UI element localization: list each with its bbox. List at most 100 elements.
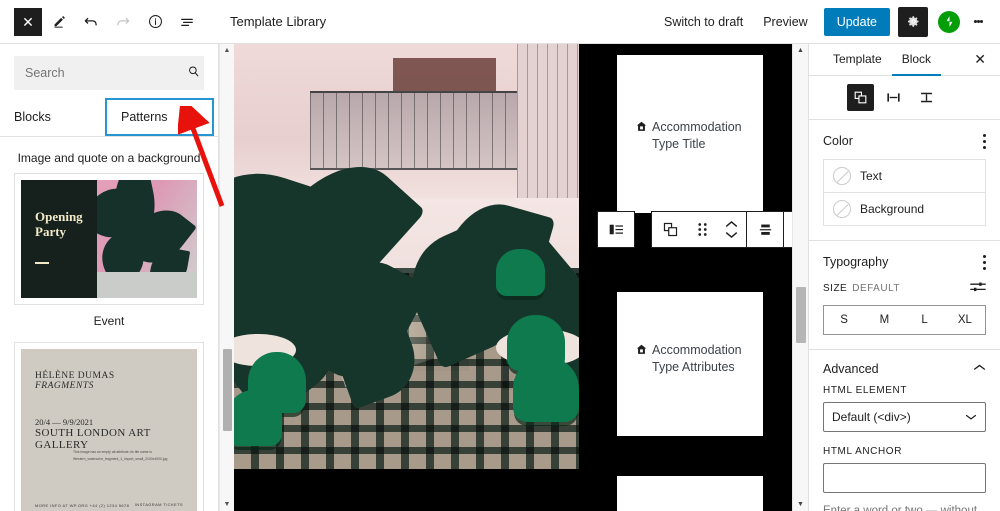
redo-icon[interactable] bbox=[108, 7, 138, 37]
row-block-icon[interactable] bbox=[880, 84, 907, 111]
pattern-dates: 20/4 — 9/9/2021 bbox=[35, 417, 94, 427]
pattern-footer-right: INSTAGRAM TICKETS bbox=[134, 501, 183, 507]
pattern-event-title-line1: Opening bbox=[35, 209, 83, 224]
move-up-down-icon[interactable] bbox=[716, 212, 746, 247]
page-title: Template Library bbox=[230, 14, 327, 29]
sliders-icon[interactable] bbox=[970, 280, 986, 297]
block-label-title: Accommodation Type Title bbox=[635, 119, 763, 153]
pattern-event-rule bbox=[35, 252, 97, 267]
pattern-card-announcement[interactable]: HÉLÈNE DUMAS FRAGMENTS 20/4 — 9/9/2021 S… bbox=[14, 342, 204, 511]
switch-to-draft-button[interactable]: Switch to draft bbox=[654, 9, 753, 35]
pencil-icon[interactable] bbox=[44, 7, 74, 37]
close-icon[interactable]: ✕ bbox=[962, 51, 998, 68]
search-container bbox=[0, 44, 218, 98]
canvas-scrollbar[interactable]: ▲ ▼ bbox=[792, 44, 808, 511]
jetpack-icon[interactable] bbox=[938, 10, 960, 33]
anchor-help-text: Enter a word or two — without spaces — t… bbox=[823, 505, 978, 511]
settings-sidebar: Template Block ✕ Color Text Background T… bbox=[808, 44, 1000, 511]
block-toolbar[interactable] bbox=[597, 211, 635, 248]
block-variation-buttons bbox=[809, 76, 1000, 120]
scroll-down-arrow[interactable]: ▼ bbox=[224, 501, 231, 508]
pattern-preview-event: Opening Party bbox=[21, 180, 197, 298]
home-icon bbox=[635, 120, 648, 138]
align-icon[interactable] bbox=[747, 212, 783, 247]
advanced-panel-header[interactable]: Advanced bbox=[823, 362, 986, 376]
font-size-row: SIZE DEFAULT bbox=[823, 280, 986, 297]
toolbar-left-group: ✕ Template Library bbox=[0, 7, 326, 37]
red-arrow-annotation bbox=[178, 106, 225, 207]
tab-blocks[interactable]: Blocks bbox=[0, 98, 105, 136]
toolbar-right-group: Switch to draft Preview Update bbox=[654, 6, 992, 37]
pattern-body-text: This image has an empty alt attribute; i… bbox=[73, 450, 168, 462]
font-size-label: SIZE DEFAULT bbox=[823, 283, 901, 294]
editor-canvas[interactable]: Accommodation Type Title Accommodation T… bbox=[234, 44, 808, 511]
chevron-down-icon bbox=[965, 410, 977, 424]
pattern-card-event[interactable]: Opening Party bbox=[14, 173, 204, 305]
color-swatch-none-icon bbox=[833, 200, 851, 218]
color-panel: Color Text Background bbox=[809, 120, 1000, 241]
html-anchor-label: HTML ANCHOR bbox=[823, 446, 903, 457]
tab-block[interactable]: Block bbox=[891, 44, 942, 76]
home-icon bbox=[635, 343, 648, 361]
search-field[interactable] bbox=[25, 66, 186, 80]
scroll-down-arrow[interactable]: ▼ bbox=[797, 501, 804, 508]
advanced-panel: Advanced HTML ELEMENT Default (<div>) HT… bbox=[809, 350, 1000, 511]
info-icon[interactable] bbox=[140, 7, 170, 37]
search-input[interactable] bbox=[14, 56, 204, 90]
gear-icon[interactable] bbox=[898, 6, 928, 37]
transform-icon[interactable] bbox=[652, 212, 688, 247]
block-accommodation-type[interactable]: Accommodation Type bbox=[617, 476, 763, 511]
more-options-icon[interactable] bbox=[983, 132, 986, 150]
drag-handle-icon[interactable] bbox=[688, 212, 716, 247]
font-size-xl[interactable]: XL bbox=[945, 306, 985, 334]
chevron-up-icon[interactable] bbox=[973, 363, 986, 375]
block-toolbar-main[interactable] bbox=[651, 211, 808, 248]
typography-panel-header: Typography bbox=[823, 253, 986, 271]
typography-panel-title: Typography bbox=[823, 255, 889, 269]
block-accommodation-title[interactable]: Accommodation Type Title bbox=[617, 55, 763, 213]
sidebar-tabs: Template Block ✕ bbox=[809, 44, 1000, 76]
wordpress-site-editor: ✕ Template Library Switch to draft Previ… bbox=[0, 0, 1000, 511]
advanced-panel-title: Advanced bbox=[823, 362, 879, 376]
pattern-footer: MORE INFO AT WP.ORG +44 (2) 1234 5678 IN… bbox=[35, 502, 183, 509]
pattern-event-text: Opening Party bbox=[21, 180, 97, 298]
block-label-text: Accommodation Type Title bbox=[652, 120, 742, 151]
font-size-l[interactable]: L bbox=[905, 306, 945, 334]
pattern-category-label: Image and quote on a background bbox=[17, 151, 201, 165]
color-swatch-none-icon bbox=[833, 167, 851, 185]
scrollbar-thumb[interactable] bbox=[795, 286, 806, 343]
more-options-icon[interactable] bbox=[983, 253, 986, 271]
pattern-caption-event: Event bbox=[93, 314, 125, 328]
editor-toolbar: ✕ Template Library Switch to draft Previ… bbox=[0, 0, 1000, 44]
close-icon[interactable]: ✕ bbox=[14, 7, 42, 36]
color-option-background[interactable]: Background bbox=[824, 192, 985, 225]
font-size-s[interactable]: S bbox=[824, 306, 864, 334]
scrollbar-thumb[interactable] bbox=[222, 349, 232, 431]
pattern-footer-left: MORE INFO AT WP.ORG +44 (2) 1234 5678 bbox=[35, 502, 130, 508]
color-option-text[interactable]: Text bbox=[824, 160, 985, 192]
list-view-icon[interactable] bbox=[172, 7, 202, 37]
block-accommodation-attributes[interactable]: Accommodation Type Attributes bbox=[617, 292, 763, 436]
stack-block-icon[interactable] bbox=[913, 84, 940, 111]
block-label-text: Accommodation Type Attributes bbox=[652, 343, 742, 374]
preview-button[interactable]: Preview bbox=[753, 9, 817, 35]
scroll-up-arrow[interactable]: ▲ bbox=[797, 47, 804, 54]
group-block-icon[interactable] bbox=[847, 84, 874, 111]
scroll-up-arrow[interactable]: ▲ bbox=[224, 47, 231, 54]
block-label-attributes: Accommodation Type Attributes bbox=[635, 342, 765, 376]
block-type-icon[interactable] bbox=[598, 212, 634, 247]
editor-body: Blocks Patterns Image and quote on a bac… bbox=[0, 44, 1000, 511]
html-anchor-input[interactable] bbox=[823, 463, 986, 493]
more-options-icon[interactable] bbox=[964, 7, 992, 37]
color-option-label: Text bbox=[860, 169, 883, 183]
pattern-artist-name: HÉLÈNE DUMAS bbox=[35, 371, 115, 381]
html-element-select[interactable]: Default (<div>) bbox=[823, 402, 986, 432]
undo-icon[interactable] bbox=[76, 7, 106, 37]
tab-template[interactable]: Template bbox=[823, 44, 892, 76]
pattern-venue: SOUTH LONDON ART GALLERY bbox=[35, 427, 151, 451]
search-icon bbox=[186, 64, 201, 82]
update-button[interactable]: Update bbox=[823, 7, 890, 36]
atrium-photo bbox=[234, 44, 579, 511]
color-options-list: Text Background bbox=[823, 159, 986, 226]
font-size-m[interactable]: M bbox=[864, 306, 904, 334]
